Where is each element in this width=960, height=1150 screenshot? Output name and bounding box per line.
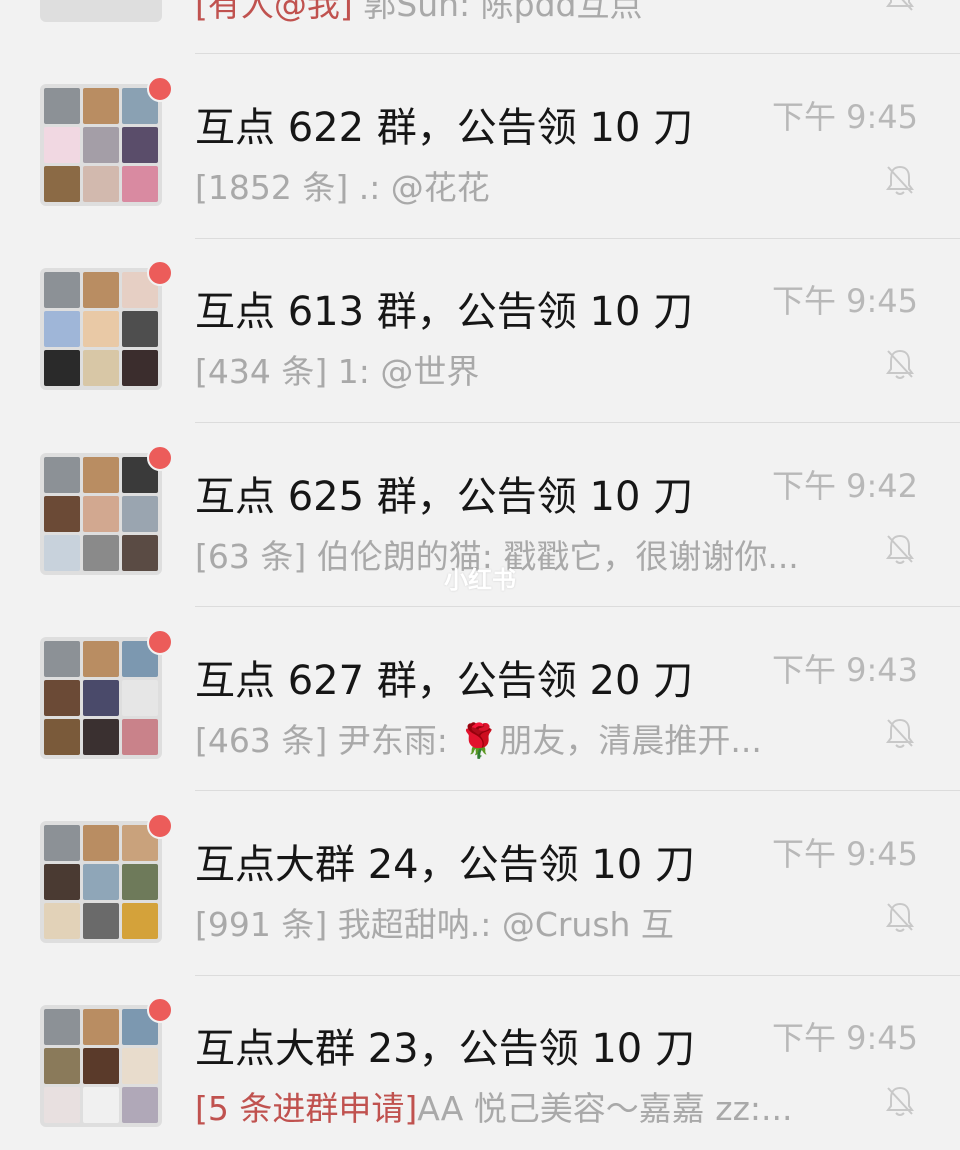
chat-preview: [5 条进群申请]AA 悦己美容～嘉嘉 zz:... [195,1082,793,1130]
chat-time: 下午 9:45 [771,835,918,873]
chat-time: 下午 9:45 [771,98,918,136]
chat-row[interactable]: 互点 625 群，公告领 10 刀 下午 9:42 [63 条] 伯伦朗的猫: … [0,369,960,576]
unread-dot [147,76,173,102]
unread-dot [147,445,173,471]
group-avatar [40,1005,162,1127]
chat-title: 互点大群 23，公告领 10 刀 [195,1026,695,1072]
preview-text: AA 悦己美容～嘉嘉 zz:... [417,1089,793,1128]
chat-title: 互点 625 群，公告领 10 刀 [195,474,694,520]
unread-dot [147,997,173,1023]
watermark: 小红书 [444,566,516,594]
chat-time: 下午 9:45 [771,1019,918,1057]
unread-dot [147,813,173,839]
chat-time: 下午 9:45 [771,282,918,320]
bell-off-icon [886,1086,914,1116]
chat-title: 互点大群 24，公告领 10 刀 [195,842,695,888]
chat-title: 互点 627 群，公告领 20 刀 [195,658,694,704]
chat-row[interactable]: 互点大群 24，公告领 10 刀 下午 9:45 [991 条] 我超甜呐.: … [0,737,960,944]
chat-row[interactable]: 互点 622 群，公告领 10 刀 下午 9:45 [1852 条] .: @花… [0,0,960,207]
unread-dot [147,260,173,286]
chat-row[interactable]: 互点大群 23，公告领 10 刀 下午 9:45 [5 条进群申请]AA 悦己美… [0,921,960,1128]
chat-time: 下午 9:42 [771,467,918,505]
chat-title: 互点 613 群，公告领 10 刀 [195,289,694,335]
chat-time: 下午 9:43 [771,651,918,689]
unread-dot [147,629,173,655]
chat-row[interactable]: 互点 613 群，公告领 10 刀 下午 9:45 [434 条] 1: @世界 [0,184,960,391]
preview-tag: [5 条进群申请] [195,1089,418,1128]
chat-title: 互点 622 群，公告领 10 刀 [195,105,694,151]
chat-list: [有人@我] 郭Sun: 陈pdd互点 互点 622 群，公告领 10 刀 下午… [0,0,960,1150]
